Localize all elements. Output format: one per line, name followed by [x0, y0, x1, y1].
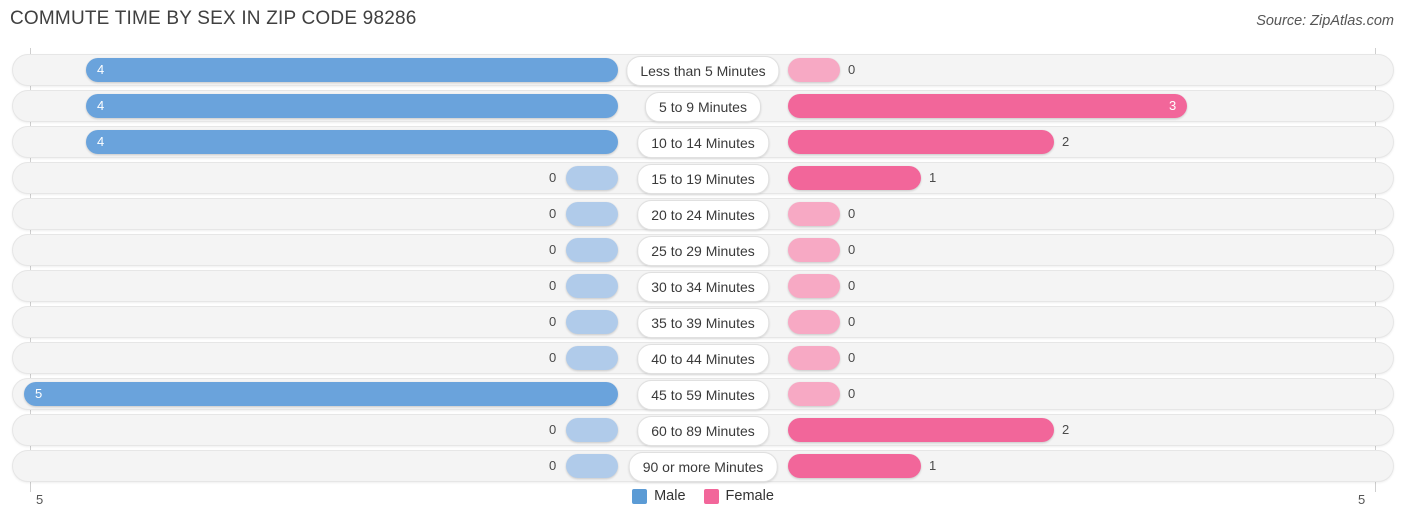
source-attribution: Source: ZipAtlas.com: [1256, 13, 1394, 29]
bar-value-female: 0: [848, 314, 856, 329]
legend-item-male[interactable]: Male: [632, 488, 686, 504]
bar-value-female: 0: [848, 242, 856, 257]
category-label: 5 to 9 Minutes: [645, 92, 761, 122]
chart-row: 4 2 10 to 14 Minutes: [0, 126, 1406, 158]
bar-female[interactable]: [788, 58, 840, 82]
bar-female[interactable]: [788, 94, 1187, 118]
chart-legend: Male Female: [0, 488, 1406, 504]
chart-row: 0 0 40 to 44 Minutes: [0, 342, 1406, 374]
bar-male[interactable]: [566, 346, 618, 370]
bar-value-female: 0: [848, 386, 856, 401]
chart-row: 0 1 15 to 19 Minutes: [0, 162, 1406, 194]
bar-value-female: 2: [1062, 422, 1070, 437]
chart-row: 0 1 90 or more Minutes: [0, 450, 1406, 482]
bar-female[interactable]: [788, 238, 840, 262]
bar-female[interactable]: [788, 130, 1054, 154]
legend-swatch-icon: [632, 488, 648, 504]
bar-value-female: 0: [848, 62, 856, 77]
bar-male[interactable]: [566, 454, 618, 478]
legend-item-female[interactable]: Female: [703, 488, 774, 504]
category-label: 60 to 89 Minutes: [637, 416, 769, 446]
bar-value-male: 0: [549, 206, 557, 221]
bar-female[interactable]: [788, 202, 840, 226]
category-label: 35 to 39 Minutes: [637, 308, 769, 338]
plot-area: 4 0 Less than 5 Minutes 4 3 5 to 9 Minutes 4 2 1…: [0, 48, 1406, 492]
bar-value-female: 0: [848, 278, 856, 293]
bar-value-male: 0: [549, 350, 557, 365]
page-title: COMMUTE TIME BY SEX IN ZIP CODE 98286: [10, 8, 417, 29]
bar-male[interactable]: [86, 130, 618, 154]
bar-female[interactable]: [788, 418, 1054, 442]
bar-value-male: 0: [549, 458, 557, 473]
chart-row: 4 0 Less than 5 Minutes: [0, 54, 1406, 86]
bar-male[interactable]: [566, 274, 618, 298]
bar-female[interactable]: [788, 454, 921, 478]
chart-container: COMMUTE TIME BY SEX IN ZIP CODE 98286 So…: [0, 0, 1406, 523]
bar-male[interactable]: [86, 94, 618, 118]
bar-value-female: 2: [1062, 134, 1070, 149]
category-label: 15 to 19 Minutes: [637, 164, 769, 194]
bar-value-female: 1: [929, 458, 937, 473]
chart-row: 0 2 60 to 89 Minutes: [0, 414, 1406, 446]
chart-row: 5 0 45 to 59 Minutes: [0, 378, 1406, 410]
bar-male[interactable]: [566, 202, 618, 226]
bar-male[interactable]: [566, 166, 618, 190]
bar-value-female: 1: [929, 170, 937, 185]
bar-value-male: 0: [549, 422, 557, 437]
chart-row: 4 3 5 to 9 Minutes: [0, 90, 1406, 122]
category-label: 30 to 34 Minutes: [637, 272, 769, 302]
bar-value-male: 4: [97, 98, 105, 113]
chart-row: 0 0 20 to 24 Minutes: [0, 198, 1406, 230]
bar-male[interactable]: [566, 310, 618, 334]
chart-row: 0 0 25 to 29 Minutes: [0, 234, 1406, 266]
legend-label: Male: [654, 488, 686, 504]
bar-male[interactable]: [566, 238, 618, 262]
bar-value-male: 4: [97, 134, 105, 149]
bar-male[interactable]: [86, 58, 618, 82]
bar-value-female: 3: [1169, 98, 1177, 113]
bar-value-male: 0: [549, 242, 557, 257]
bar-female[interactable]: [788, 346, 840, 370]
bar-value-male: 5: [35, 386, 43, 401]
category-label: 90 or more Minutes: [628, 452, 778, 482]
legend-swatch-icon: [703, 488, 719, 504]
bar-value-female: 0: [848, 350, 856, 365]
bar-value-male: 0: [549, 170, 557, 185]
bar-female[interactable]: [788, 166, 921, 190]
bar-male[interactable]: [566, 418, 618, 442]
bar-female[interactable]: [788, 382, 840, 406]
bar-value-female: 0: [848, 206, 856, 221]
category-label: 40 to 44 Minutes: [637, 344, 769, 374]
category-label: 10 to 14 Minutes: [637, 128, 769, 158]
category-label: Less than 5 Minutes: [626, 56, 780, 86]
category-label: 25 to 29 Minutes: [637, 236, 769, 266]
chart-row: 0 0 35 to 39 Minutes: [0, 306, 1406, 338]
category-label: 20 to 24 Minutes: [637, 200, 769, 230]
bar-female[interactable]: [788, 310, 840, 334]
bar-value-male: 4: [97, 62, 105, 77]
chart-row: 0 0 30 to 34 Minutes: [0, 270, 1406, 302]
bar-value-male: 0: [549, 278, 557, 293]
bar-value-male: 0: [549, 314, 557, 329]
legend-label: Female: [725, 488, 774, 504]
bar-female[interactable]: [788, 274, 840, 298]
category-label: 45 to 59 Minutes: [637, 380, 769, 410]
bar-male[interactable]: [24, 382, 618, 406]
